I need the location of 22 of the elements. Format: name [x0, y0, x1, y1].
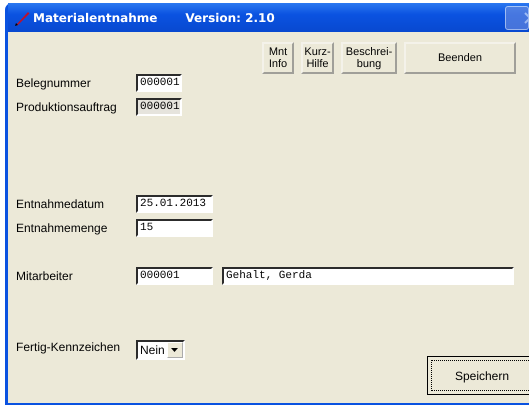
save-button[interactable]: Speichern [427, 356, 529, 395]
field-label: Mitarbeiter [16, 269, 74, 283]
version-label: Version: 2.10 [185, 10, 275, 24]
field-label: Produktionsauftrag [16, 100, 118, 114]
toolbar-button[interactable]: Mnt Info [262, 42, 294, 74]
input-field[interactable]: 25.01.2013 [136, 195, 213, 213]
input-field[interactable]: 000001 [136, 267, 213, 285]
toolbar-button[interactable]: Beenden [404, 42, 516, 74]
field-label: Entnahmedatum [16, 197, 106, 211]
close-button[interactable] [505, 6, 529, 30]
toolbar-button[interactable]: Beschrei- bung [341, 42, 397, 74]
input-field[interactable]: Gehalt, Gerda [222, 267, 514, 285]
window-title: Materialentnahme [33, 10, 158, 24]
caret-icon [171, 348, 178, 352]
field-label: Entnahmemenge [16, 221, 108, 235]
input-field[interactable]: 000001 [136, 74, 182, 92]
toolbar-button[interactable]: Kurz- Hilfe [301, 42, 334, 74]
field-label: Belegnummer [16, 76, 92, 90]
input-field[interactable]: 15 [136, 219, 213, 237]
dropdown[interactable]: Nein [136, 340, 185, 360]
pen-icon [14, 10, 30, 26]
field-label: Fertig-Kennzeichen [16, 340, 122, 354]
